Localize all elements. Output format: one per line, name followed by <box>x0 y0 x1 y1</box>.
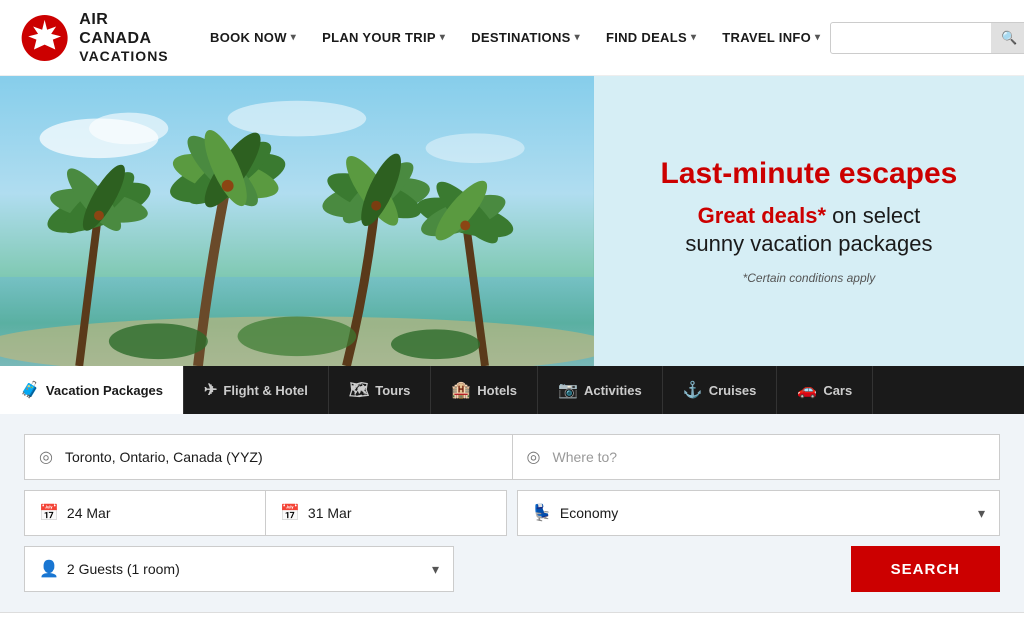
from-field[interactable]: ◎ Toronto, Ontario, Canada (YYZ) <box>24 434 512 480</box>
map-icon: 🗺 <box>349 380 369 400</box>
brand-sub: VACATIONS <box>79 48 180 65</box>
chevron-down-icon: ▾ <box>291 32 296 43</box>
tab-hotels[interactable]: 🏨 Hotels <box>431 366 538 414</box>
palm-trees-illustration <box>0 76 594 366</box>
logo[interactable]: AIR CANADA VACATIONS <box>20 10 180 65</box>
search-btn-container: SEARCH <box>464 546 1000 592</box>
hotel-icon: 🏨 <box>451 380 471 400</box>
plane-icon: ✈ <box>204 380 217 400</box>
search-bar[interactable]: 🔍 <box>830 22 1024 54</box>
search-button[interactable]: SEARCH <box>851 546 1000 592</box>
to-field[interactable]: ◎ Where to? <box>513 434 1001 480</box>
brand-name: AIR CANADA <box>79 10 180 48</box>
chevron-down-icon: ▾ <box>691 32 696 43</box>
dates-section: 📅 24 Mar 📅 31 Mar <box>24 490 507 536</box>
tab-flight-hotel[interactable]: ✈ Flight & Hotel <box>184 366 329 414</box>
promo-subline: Great deals* on select sunny vacation pa… <box>685 202 932 259</box>
chevron-down-icon: ▾ <box>978 505 985 522</box>
seat-icon: 💺 <box>532 503 552 523</box>
suitcase-icon: 🧳 <box>20 380 40 400</box>
camera-icon: 📷 <box>558 380 578 400</box>
cabin-class-field[interactable]: 💺 Economy ▾ <box>517 490 1000 536</box>
location-icon: ◎ <box>39 447 57 467</box>
deals-text: Great deals* <box>698 203 826 228</box>
header-right: 🔍 Contact Us Français 👤 SIGN IN ▾ <box>830 22 1024 54</box>
class-search-section: 💺 Economy ▾ <box>517 490 1000 536</box>
guests-row: 👤 2 Guests (1 room) ▾ SEARCH <box>24 546 1000 592</box>
nav-book-now[interactable]: BOOK NOW ▾ <box>200 22 306 53</box>
tabs-bar: 🧳 Vacation Packages ✈ Flight & Hotel 🗺 T… <box>0 366 1024 414</box>
tab-tours[interactable]: 🗺 Tours <box>329 366 431 414</box>
nav-travel-info[interactable]: TRAVEL INFO ▾ <box>712 22 830 53</box>
location-row: ◎ Toronto, Ontario, Canada (YYZ) ◎ Where… <box>24 434 1000 480</box>
search-button[interactable]: 🔍 <box>991 23 1024 53</box>
nav-destinations[interactable]: DESTINATIONS ▾ <box>461 22 590 53</box>
dates-row: 📅 24 Mar 📅 31 Mar 💺 Economy ▾ <box>24 490 1000 536</box>
search-form: ◎ Toronto, Ontario, Canada (YYZ) ◎ Where… <box>0 414 1024 613</box>
nav-plan-trip[interactable]: PLAN YOUR TRIP ▾ <box>312 22 455 53</box>
chevron-down-icon: ▾ <box>440 32 445 43</box>
date-to-field[interactable]: 📅 31 Mar <box>266 490 507 536</box>
person-icon: 👤 <box>39 559 59 579</box>
guests-field[interactable]: 👤 2 Guests (1 room) ▾ <box>24 546 454 592</box>
calendar-icon: 📅 <box>39 503 59 523</box>
tab-cruises[interactable]: ⚓ Cruises <box>663 366 778 414</box>
tab-activities[interactable]: 📷 Activities <box>538 366 663 414</box>
main-nav: BOOK NOW ▾ PLAN YOUR TRIP ▾ DESTINATIONS… <box>200 22 830 53</box>
location-icon: ◎ <box>527 447 545 467</box>
nav-find-deals[interactable]: FIND DEALS ▾ <box>596 22 706 53</box>
search-input[interactable] <box>831 24 991 51</box>
hero-promo: Last-minute escapes Great deals* on sele… <box>594 76 1024 366</box>
chevron-down-icon: ▾ <box>575 32 580 43</box>
brand-text: AIR CANADA VACATIONS <box>79 10 180 65</box>
tab-vacation-packages[interactable]: 🧳 Vacation Packages <box>0 366 184 414</box>
header: AIR CANADA VACATIONS BOOK NOW ▾ PLAN YOU… <box>0 0 1024 76</box>
hero-image <box>0 76 594 366</box>
maple-leaf-icon <box>20 12 69 64</box>
calendar-icon: 📅 <box>280 503 300 523</box>
chevron-down-icon: ▾ <box>815 32 820 43</box>
tab-cars[interactable]: 🚗 Cars <box>777 366 873 414</box>
promo-headline: Last-minute escapes <box>661 157 958 192</box>
chevron-down-icon: ▾ <box>432 561 439 578</box>
promo-conditions: *Certain conditions apply <box>743 271 876 285</box>
hero-section: Last-minute escapes Great deals* on sele… <box>0 76 1024 366</box>
car-icon: 🚗 <box>797 380 817 400</box>
anchor-icon: ⚓ <box>683 380 703 400</box>
date-from-field[interactable]: 📅 24 Mar <box>24 490 265 536</box>
